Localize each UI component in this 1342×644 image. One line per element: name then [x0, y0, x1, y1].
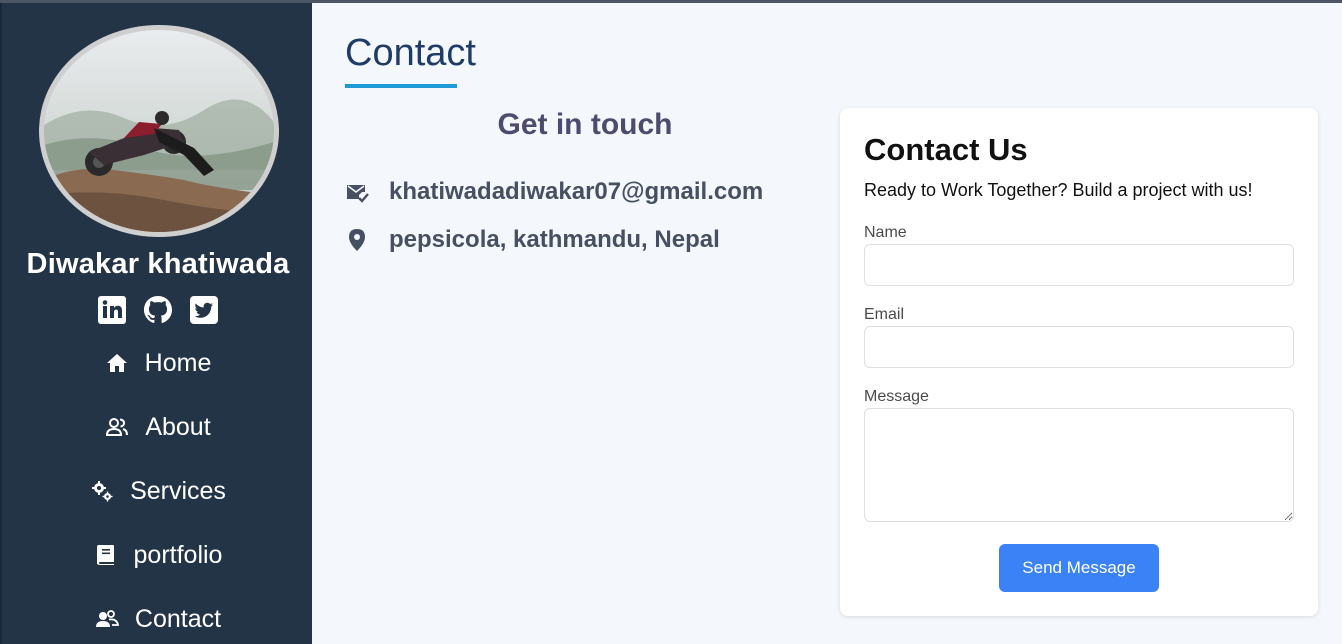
social-links	[2, 294, 314, 326]
home-icon	[105, 351, 129, 375]
form-subtitle: Ready to Work Together? Build a project …	[864, 180, 1253, 200]
contact-form-card: Contact Us Ready to Work Together? Build…	[840, 108, 1318, 616]
page-title: Contact	[345, 32, 476, 74]
location-pin-icon	[345, 228, 369, 252]
email-label: Email	[864, 306, 905, 323]
github-icon[interactable]	[142, 294, 174, 326]
book-icon	[94, 543, 118, 567]
main-nav: Home About Services portfolio Contact	[2, 331, 314, 644]
message-label: Message	[864, 388, 929, 405]
nav-item-services[interactable]: Services	[2, 459, 314, 523]
twitter-icon[interactable]	[188, 294, 220, 326]
mail-check-icon	[345, 180, 369, 204]
gears-icon	[90, 479, 114, 503]
nav-label: Services	[130, 476, 226, 505]
sidebar: Diwakar khatiwada Home About Services po…	[0, 3, 312, 644]
nav-label: Home	[144, 348, 212, 377]
nav-item-about[interactable]: About	[2, 395, 314, 459]
email-row: khatiwadadiwakar07@gmail.com	[345, 178, 763, 206]
email-text[interactable]: khatiwadadiwakar07@gmail.com	[389, 178, 763, 206]
message-field[interactable]	[864, 408, 1294, 522]
address-row: pepsicola, kathmandu, Nepal	[345, 226, 720, 254]
email-field[interactable]	[864, 326, 1294, 368]
name-field[interactable]	[864, 244, 1294, 286]
nav-label: About	[145, 412, 211, 441]
send-message-button[interactable]: Send Message	[999, 544, 1159, 592]
title-underline	[345, 84, 457, 88]
profile-name: Diwakar khatiwada	[26, 248, 290, 280]
contact-icon	[95, 607, 119, 631]
nav-item-portfolio[interactable]: portfolio	[2, 523, 314, 587]
avatar	[44, 30, 274, 232]
linkedin-icon[interactable]	[96, 294, 128, 326]
address-text: pepsicola, kathmandu, Nepal	[389, 226, 720, 253]
get-in-touch-heading: Get in touch	[497, 108, 673, 141]
nav-item-contact[interactable]: Contact	[2, 587, 314, 644]
nav-label: Contact	[134, 604, 222, 633]
avatar-frame	[39, 25, 279, 237]
nav-label: portfolio	[133, 540, 223, 569]
nav-item-home[interactable]: Home	[2, 331, 314, 395]
users-icon	[105, 415, 129, 439]
name-label: Name	[864, 224, 907, 241]
form-title: Contact Us	[864, 132, 1028, 167]
